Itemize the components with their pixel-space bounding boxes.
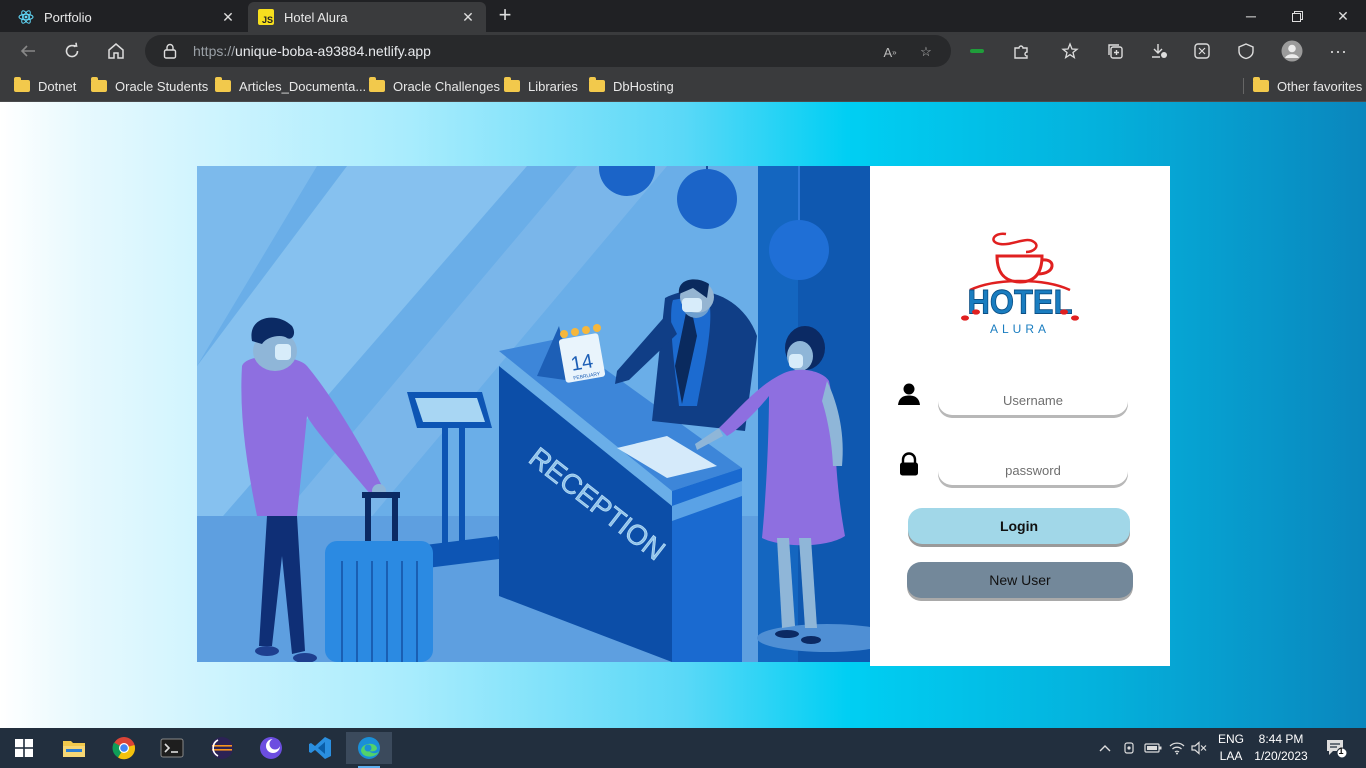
refresh-icon <box>65 42 79 58</box>
bookmark-folder[interactable]: Libraries <box>504 76 578 96</box>
folder-icon <box>589 77 605 92</box>
minimize-button[interactable]: ─ <box>1228 0 1274 32</box>
file-explorer-icon <box>63 741 85 757</box>
notification-count-badge: 1 <box>1338 746 1344 756</box>
collections-button[interactable] <box>1102 38 1128 64</box>
edge-button[interactable] <box>346 732 392 764</box>
other-favorites-folder[interactable]: Other favorites <box>1253 76 1362 96</box>
folder-icon <box>91 77 107 92</box>
bookmark-folder[interactable]: Oracle Students <box>91 76 208 96</box>
refresh-button[interactable] <box>59 38 85 64</box>
wifi-icon[interactable] <box>1167 738 1187 758</box>
eclipse-icon <box>211 737 233 759</box>
favorites-star-icon <box>1061 42 1079 59</box>
terminal-icon <box>160 738 184 758</box>
battery-icon[interactable] <box>1143 738 1163 758</box>
tab-title: Portfolio <box>44 9 92 25</box>
close-window-button[interactable]: ✕ <box>1320 0 1366 32</box>
add-favorite-icon[interactable]: ☆ <box>915 41 937 63</box>
tab-strip: Portfolio ✕ JS Hotel Alura ✕ + ─ ✕ <box>0 0 1366 32</box>
chrome-button[interactable] <box>104 732 144 764</box>
camera-icon[interactable] <box>1119 738 1139 758</box>
bookmarks-divider <box>1243 78 1244 94</box>
browser-essentials-button[interactable] <box>1233 38 1259 64</box>
tab-title: Hotel Alura <box>284 9 348 25</box>
volume-muted-icon[interactable] <box>1189 738 1209 758</box>
extensions-button[interactable] <box>1008 38 1034 64</box>
extension-green-icon[interactable] <box>964 38 990 64</box>
edge-icon <box>358 737 380 759</box>
folder-icon <box>369 77 385 92</box>
tab-hotel-alura[interactable]: JS Hotel Alura ✕ <box>248 2 486 32</box>
back-button[interactable] <box>15 38 41 64</box>
windows-taskbar: ENG LAA 8:44 PM 1/20/2023 1 <box>0 728 1366 768</box>
close-tab-icon[interactable]: ✕ <box>460 9 476 26</box>
avatar-icon <box>1281 40 1303 62</box>
folder-icon <box>215 77 231 92</box>
new-user-button[interactable]: New User <box>907 562 1133 598</box>
js-icon: JS <box>258 9 274 25</box>
chrome-icon <box>112 737 136 760</box>
start-button[interactable] <box>4 732 44 764</box>
downloads-button[interactable] <box>1146 38 1172 64</box>
profile-button[interactable] <box>1279 38 1305 64</box>
windows-logo-icon <box>15 739 33 757</box>
puzzle-icon <box>1014 45 1028 59</box>
heart-shield-icon <box>1238 43 1254 60</box>
vscode-icon <box>309 737 331 759</box>
download-icon <box>1152 44 1167 58</box>
react-icon <box>18 9 34 25</box>
clock[interactable]: 8:44 PM 1/20/2023 <box>1248 731 1314 765</box>
hotel-alura-logo: HOTEL ALURA <box>956 230 1084 342</box>
bookmark-folder[interactable]: Oracle Challenges <box>369 76 500 96</box>
folder-icon <box>1253 77 1269 92</box>
file-explorer-button[interactable] <box>54 732 94 764</box>
browser-toolbar: https://unique-boba-a93884.netlify.app A… <box>0 32 1366 70</box>
app-purple-button[interactable] <box>251 732 291 764</box>
vscode-button[interactable] <box>300 732 340 764</box>
math-solver-button[interactable] <box>1189 38 1215 64</box>
bookmarks-bar: Dotnet Oracle Students Articles_Document… <box>0 70 1366 102</box>
show-hidden-icons-chevron-icon[interactable] <box>1095 738 1115 758</box>
logo-hotel-text: HOTEL <box>967 283 1072 321</box>
user-icon <box>897 382 921 406</box>
bookmark-folder[interactable]: Dotnet <box>14 76 76 96</box>
moon-app-icon <box>260 737 282 759</box>
math-solver-icon <box>1194 43 1210 59</box>
home-button[interactable] <box>103 38 129 64</box>
address-bar[interactable]: https://unique-boba-a93884.netlify.app A… <box>145 35 951 67</box>
terminal-button[interactable] <box>152 732 192 764</box>
bookmark-folder[interactable]: Articles_Documenta... <box>215 76 366 96</box>
back-arrow-icon <box>20 45 35 57</box>
folder-icon <box>14 77 30 92</box>
home-icon <box>108 43 124 59</box>
login-button[interactable]: Login <box>908 508 1130 544</box>
reception-illustration: RECEPTION 14 FEBRUARY <box>197 166 870 662</box>
input-language[interactable]: ENG LAA <box>1214 731 1248 765</box>
new-tab-button[interactable]: + <box>494 4 516 27</box>
url-text: https://unique-boba-a93884.netlify.app <box>193 43 431 59</box>
restore-button[interactable] <box>1274 0 1320 32</box>
folder-icon <box>504 77 520 92</box>
login-card: HOTEL ALURA Login New User <box>870 166 1170 666</box>
favorites-button[interactable] <box>1057 38 1083 64</box>
bookmark-folder[interactable]: DbHosting <box>589 76 674 96</box>
close-tab-icon[interactable]: ✕ <box>220 9 236 26</box>
tab-portfolio[interactable]: Portfolio ✕ <box>8 2 246 32</box>
lock-icon <box>897 452 921 476</box>
eclipse-button[interactable] <box>202 732 242 764</box>
lock-icon <box>163 43 177 59</box>
collections-icon <box>1108 44 1123 59</box>
restore-icon <box>1291 10 1303 22</box>
read-aloud-icon[interactable]: A» <box>879 41 901 63</box>
username-input[interactable] <box>938 385 1128 415</box>
page-background: RECEPTION 14 FEBRUARY HOTEL ALURA Userna… <box>0 102 1366 728</box>
settings-more-button[interactable]: ··· <box>1325 38 1351 64</box>
logo-alura-text: ALURA <box>990 322 1050 336</box>
password-input[interactable] <box>938 455 1128 485</box>
